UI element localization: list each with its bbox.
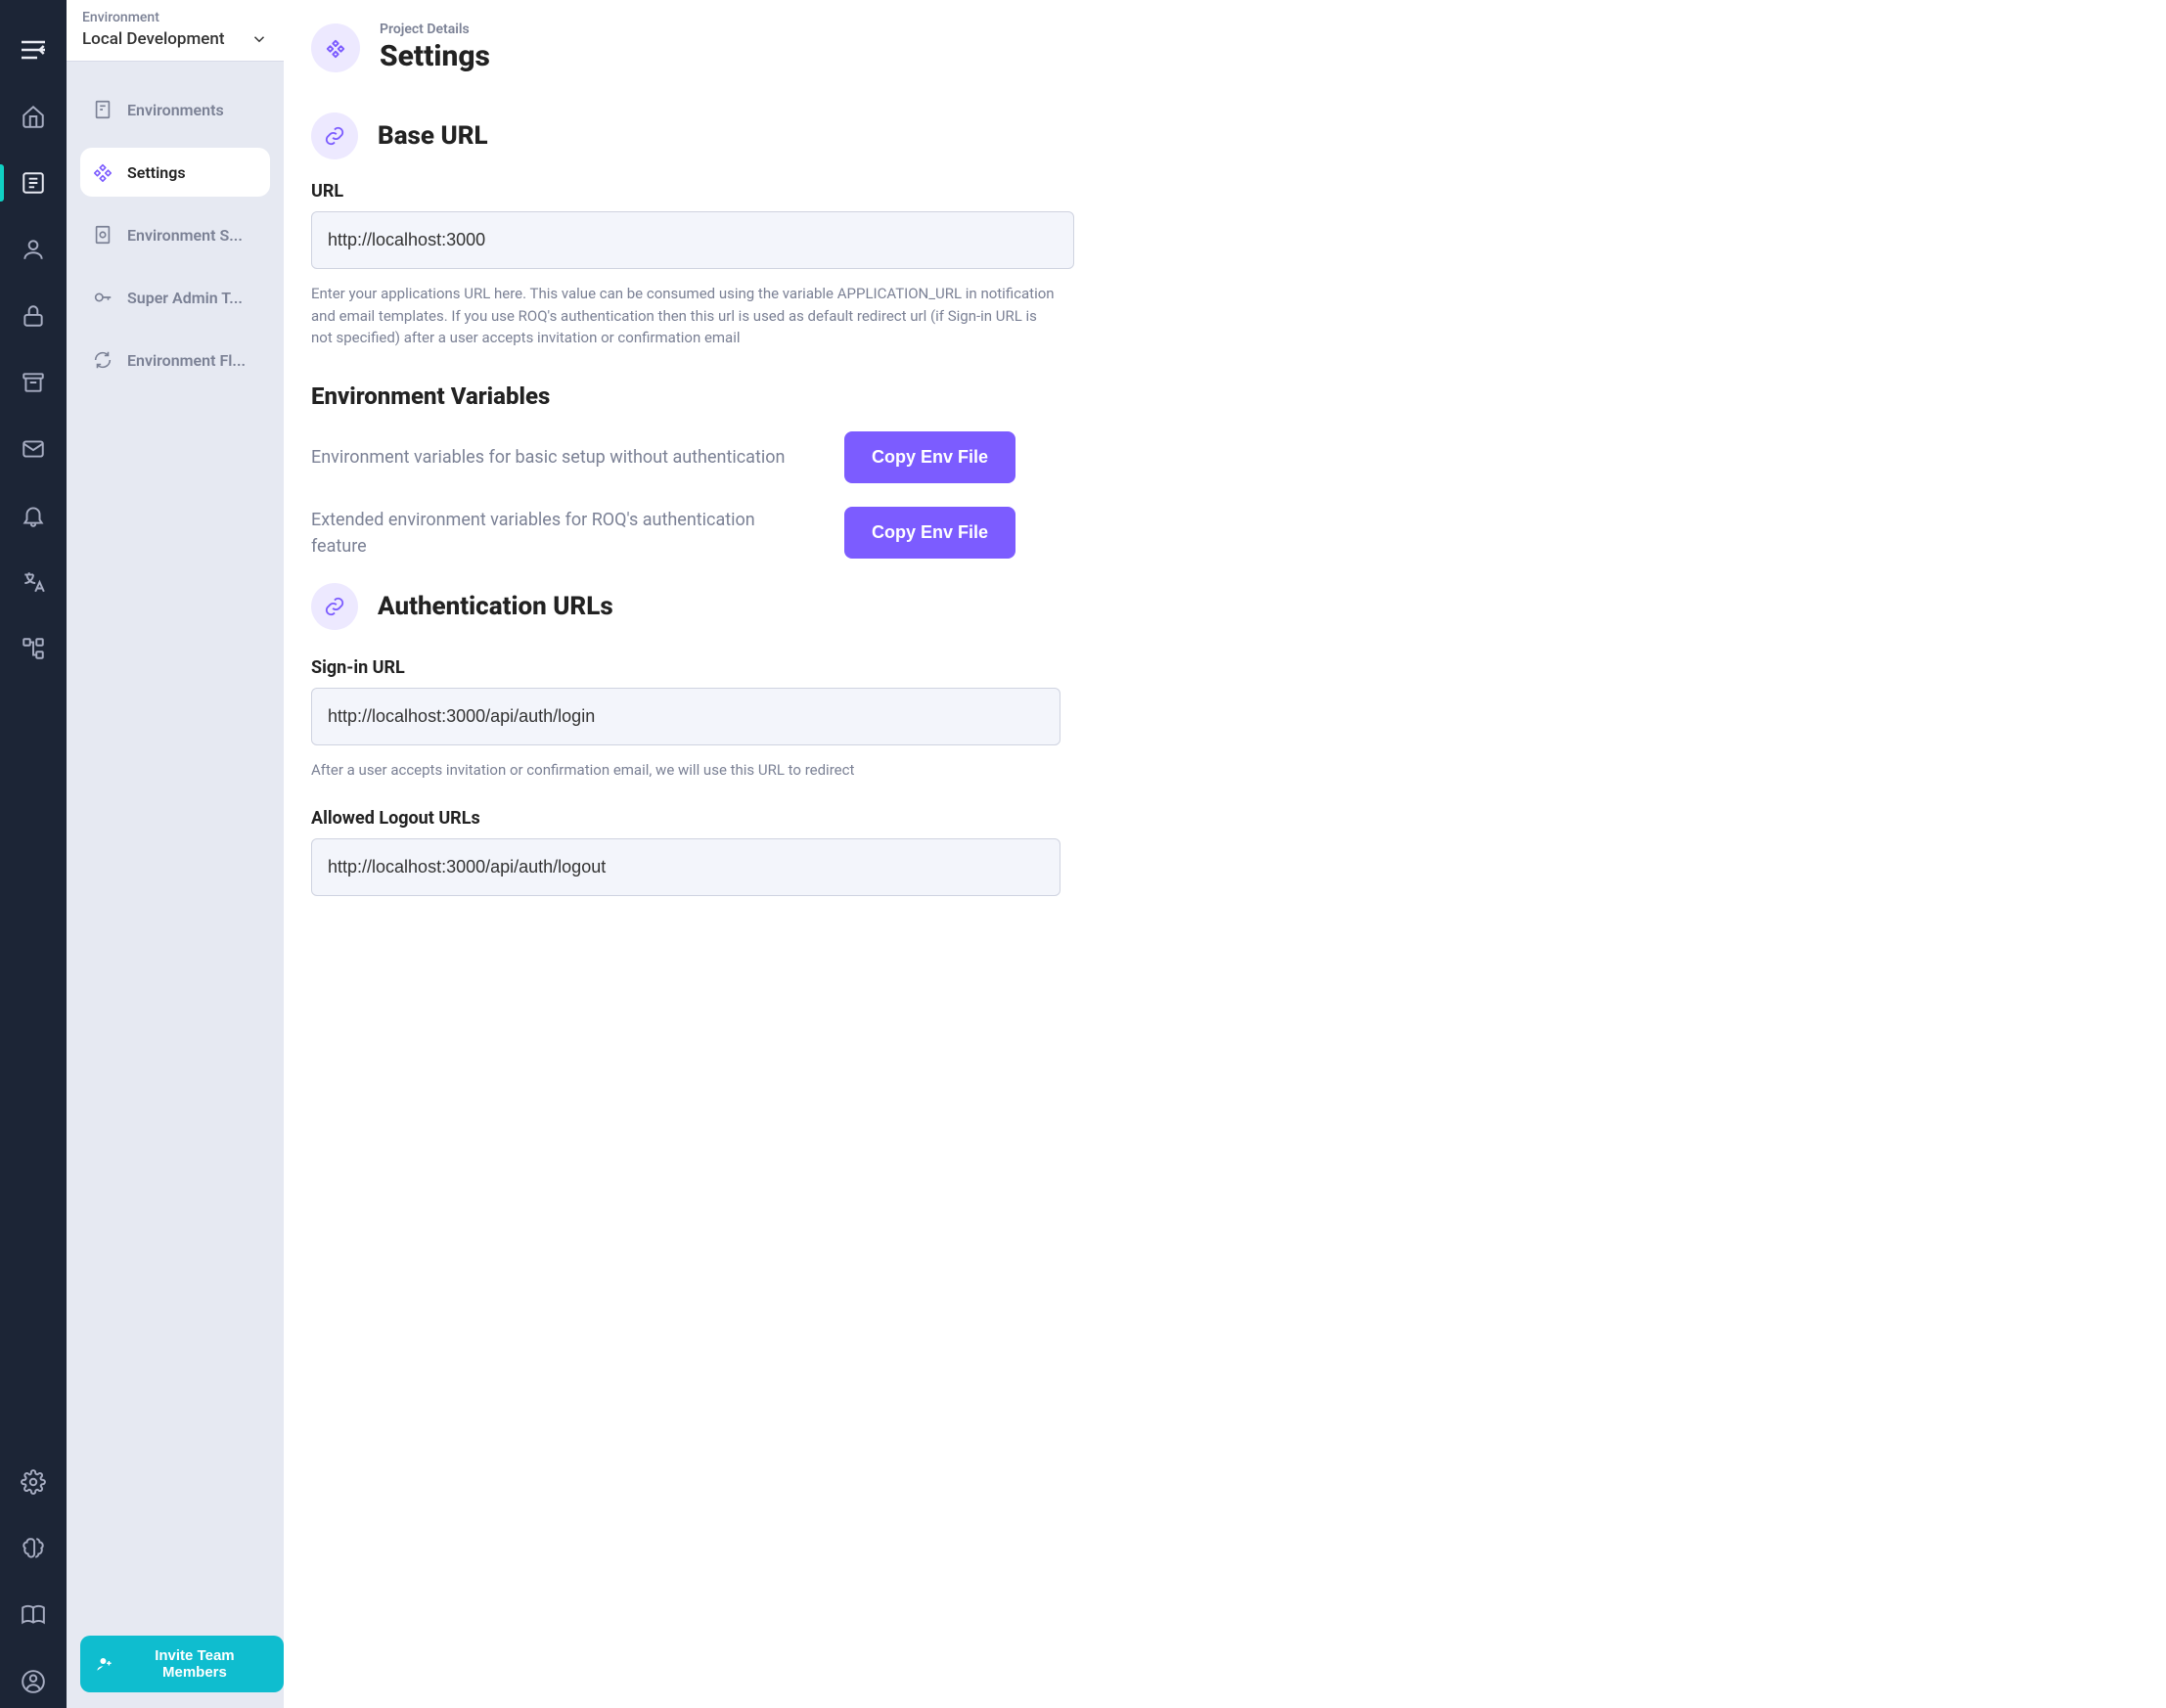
main-content: Project Details Settings Base URL URL En… [284,0,2166,1708]
section-auth-urls-header: Authentication URLs [311,583,2139,630]
sidebar-item-environments[interactable]: Environments [80,85,270,134]
gear-icon [21,1469,46,1495]
env-row-desc: Environment variables for basic setup wi… [311,444,785,471]
nav-project-details[interactable] [0,157,67,209]
copy-env-basic-button[interactable]: Copy Env File [844,431,1015,483]
nav-integrations[interactable] [0,622,67,675]
integrations-icon [21,636,46,661]
secondary-sidebar: Environment Local Development Environmen… [67,0,284,1708]
environment-picker-value: Local Development [82,29,225,49]
chevron-down-icon [250,30,268,48]
nav-home[interactable] [0,90,67,143]
section-title: Authentication URLs [378,592,613,621]
sidebar-item-label: Environments [127,101,224,119]
sidebar-item-env-flags[interactable]: Environment Fl... [80,336,270,384]
translate-icon [21,569,46,595]
invite-team-button[interactable]: Invite Team Members [80,1636,284,1692]
nav-users[interactable] [0,223,67,276]
section-icon [311,112,358,159]
bell-icon [21,503,46,528]
page-title: Settings [380,39,490,73]
menu-toggle-button[interactable] [0,23,67,76]
signin-url-helper: After a user accepts invitation or confi… [311,759,1055,782]
signin-url-input[interactable] [311,688,1060,745]
link-icon [324,125,345,147]
lock-icon [21,303,46,329]
sidebar-item-label: Super Admin T... [127,289,243,307]
section-env-vars-title: Environment Variables [311,382,2139,410]
nav-ai[interactable] [0,1522,67,1575]
settings-diamond-icon [92,161,113,183]
environment-picker[interactable]: Environment Local Development [67,0,284,62]
base-url-helper: Enter your applications URL here. This v… [311,283,1055,349]
base-url-input[interactable] [311,211,1074,269]
section-base-url-header: Base URL [311,112,2139,159]
link-icon [324,596,345,617]
url-field-label: URL [311,181,2139,202]
account-circle-icon [21,1669,46,1694]
sidebar-item-label: Environment Fl... [127,351,246,370]
user-plus-icon [96,1655,113,1673]
sidebar-item-super-admin[interactable]: Super Admin T... [80,273,270,322]
sidebar-item-env-sync[interactable]: Environment S... [80,210,270,259]
nav-docs[interactable] [0,1589,67,1641]
page-header-icon [311,23,360,72]
home-icon [21,104,46,129]
signin-url-label: Sign-in URL [311,657,2139,678]
mail-icon [21,436,46,462]
page-header: Project Details Settings [311,22,2139,73]
list-icon [21,170,46,196]
document-icon [92,99,113,120]
section-title: Base URL [378,121,488,151]
invite-team-label: Invite Team Members [121,1647,268,1681]
env-row-extended: Extended environment variables for ROQ's… [311,507,1015,560]
environment-picker-label: Environment [82,10,268,25]
nav-storage[interactable] [0,356,67,409]
env-row-basic: Environment variables for basic setup wi… [311,431,1015,483]
book-icon [21,1602,46,1628]
nav-account[interactable] [0,1655,67,1708]
nav-settings[interactable] [0,1456,67,1508]
menu-collapse-icon [18,34,49,66]
nav-auth[interactable] [0,290,67,342]
logout-urls-label: Allowed Logout URLs [311,808,2139,829]
nav-notifications[interactable] [0,489,67,542]
archive-icon [21,370,46,395]
logout-urls-input[interactable] [311,838,1060,896]
nav-mail[interactable] [0,423,67,475]
section-icon [311,583,358,630]
primary-nav-rail [0,0,67,1708]
sidebar-item-settings[interactable]: Settings [80,148,270,197]
refresh-icon [92,349,113,371]
nav-translation[interactable] [0,556,67,608]
copy-env-extended-button[interactable]: Copy Env File [844,507,1015,559]
sidebar-item-label: Environment S... [127,226,243,245]
user-icon [21,237,46,262]
ai-brain-icon [21,1536,46,1561]
sync-document-icon [92,224,113,246]
sidebar-items: Environments Settings Environment S... S… [67,62,284,422]
breadcrumb: Project Details [380,22,490,37]
sidebar-item-label: Settings [127,163,186,182]
env-row-desc: Extended environment variables for ROQ's… [311,507,800,560]
settings-diamond-icon [325,37,346,59]
key-icon [92,287,113,308]
